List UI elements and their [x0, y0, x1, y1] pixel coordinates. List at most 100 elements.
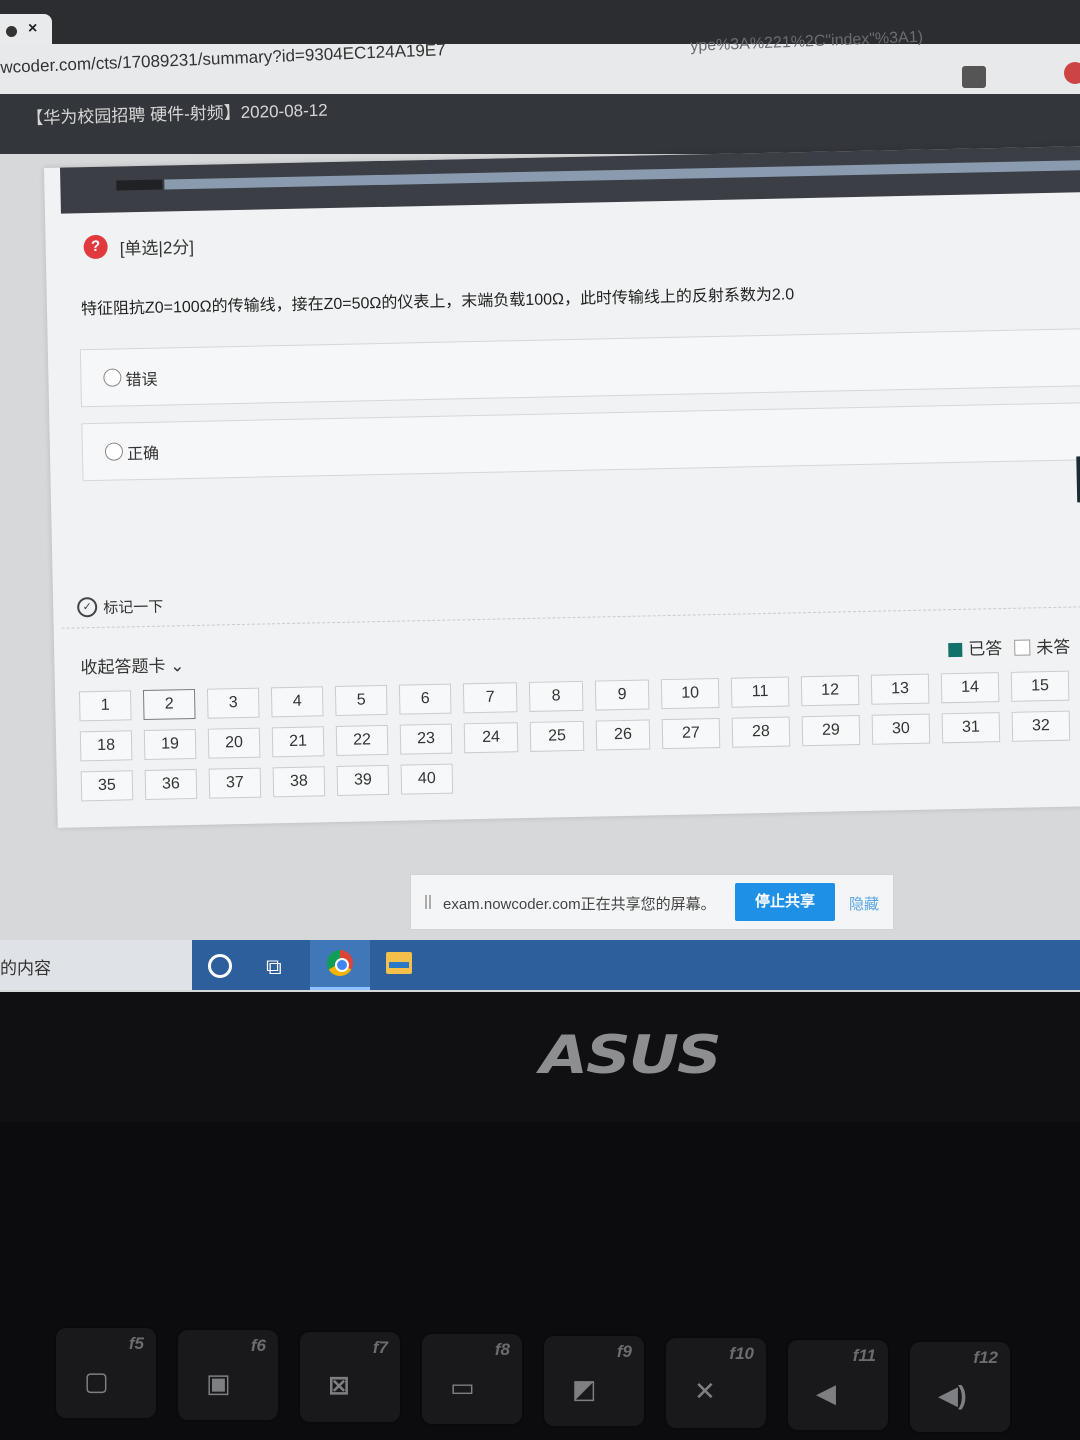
- question-number-button[interactable]: 2: [142, 688, 196, 721]
- function-key-label: f7: [372, 1338, 388, 1357]
- answer-legend: 已答 未答: [948, 633, 1070, 661]
- search-placeholder: 的内容: [0, 959, 51, 978]
- question-number-button[interactable]: 39: [336, 764, 390, 796]
- question-number-button[interactable]: 15: [1010, 670, 1070, 702]
- question-number-button[interactable]: 11: [730, 676, 790, 708]
- chrome-taskbar-button[interactable]: [310, 940, 370, 990]
- question-number-button[interactable]: 40: [400, 763, 454, 795]
- drag-handle-icon[interactable]: [425, 895, 427, 909]
- question-number-button[interactable]: 21: [271, 726, 325, 758]
- card-progress-header: [59, 145, 1080, 214]
- function-key-label: f10: [729, 1344, 754, 1363]
- mark-label: 标记一下: [103, 598, 164, 617]
- function-key-icon: ✕: [694, 1376, 716, 1406]
- question-number-button[interactable]: 12: [800, 675, 860, 707]
- question-number-button[interactable]: 3: [206, 687, 260, 719]
- windows-taskbar: 的内容 ⧉: [0, 940, 1080, 990]
- function-key-icon: ◩: [572, 1374, 597, 1404]
- tab-close-icon[interactable]: ×: [28, 20, 37, 38]
- collapse-label: 收起答题卡: [80, 656, 166, 678]
- option-label: 错误: [125, 371, 158, 390]
- question-number-button[interactable]: 20: [207, 727, 261, 759]
- question-number-button[interactable]: 29: [801, 715, 861, 747]
- question-number-button[interactable]: 36: [144, 768, 198, 801]
- function-key[interactable]: f8 ▭: [422, 1334, 522, 1424]
- question-number-button[interactable]: 8: [528, 680, 584, 712]
- function-key-icon: ⊠: [328, 1370, 350, 1400]
- question-number-button[interactable]: 30: [871, 713, 931, 745]
- profile-icon[interactable]: [1064, 62, 1080, 84]
- unanswered-swatch: [1014, 639, 1031, 656]
- hide-link[interactable]: 隐藏: [849, 893, 879, 914]
- question-number-button[interactable]: 32: [1011, 710, 1071, 742]
- function-key-label: f11: [852, 1346, 876, 1365]
- function-key[interactable]: f6 ▣: [178, 1330, 278, 1420]
- function-key-label: f12: [973, 1348, 998, 1367]
- function-key-label: f5: [128, 1334, 144, 1353]
- question-number-button[interactable]: 13: [870, 673, 930, 705]
- tab-favicon-icon: [6, 26, 17, 37]
- collapse-answer-card-toggle[interactable]: 收起答题卡 ⌄: [80, 651, 184, 678]
- option-wrong[interactable]: 错误: [79, 327, 1080, 408]
- next-question-button[interactable]: [1076, 456, 1080, 503]
- question-help-icon: ?: [83, 234, 108, 260]
- question-number-button[interactable]: 25: [529, 720, 585, 752]
- question-number-button[interactable]: 5: [334, 684, 388, 717]
- question-number-button[interactable]: 9: [594, 679, 650, 711]
- question-number-button[interactable]: 1: [78, 690, 132, 722]
- radio-icon[interactable]: [104, 442, 124, 461]
- share-message: exam.nowcoder.com正在共享您的屏幕。: [443, 896, 716, 913]
- function-key[interactable]: f5 ▢: [56, 1328, 156, 1418]
- question-number-button[interactable]: 38: [272, 766, 326, 798]
- legend-answered: 已答: [968, 639, 1003, 659]
- answered-swatch: [948, 642, 963, 658]
- brand-logo: ASUS: [540, 1023, 722, 1086]
- task-view-icon[interactable]: ⧉: [266, 954, 282, 980]
- question-number-button[interactable]: 23: [399, 723, 453, 755]
- question-number-button[interactable]: 26: [595, 719, 651, 751]
- question-number-button[interactable]: 4: [270, 686, 324, 718]
- stop-sharing-button[interactable]: 停止共享: [735, 883, 835, 921]
- question-number-button[interactable]: 27: [661, 717, 721, 750]
- progress-marker: [116, 179, 163, 191]
- question-number-button[interactable]: 24: [463, 722, 519, 754]
- option-label: 正确: [126, 445, 160, 464]
- question-number-button[interactable]: 10: [660, 677, 720, 710]
- file-explorer-icon[interactable]: [386, 952, 412, 974]
- question-number-button[interactable]: 28: [731, 716, 791, 748]
- question-number-button[interactable]: 19: [143, 728, 197, 761]
- question-number-button[interactable]: 6: [398, 683, 452, 715]
- cortana-icon[interactable]: [208, 954, 232, 978]
- legend-unanswered: 未答: [1036, 637, 1071, 658]
- function-key-label: f6: [250, 1336, 266, 1355]
- function-key[interactable]: f11 ◀: [788, 1340, 888, 1430]
- divider: [61, 605, 1080, 629]
- question-number-button[interactable]: 35: [80, 770, 134, 802]
- function-key-icon: ▣: [206, 1368, 231, 1398]
- question-type-label: [单选|2分]: [119, 237, 195, 259]
- screen-share-notice: exam.nowcoder.com正在共享您的屏幕。 停止共享 隐藏: [410, 874, 894, 930]
- function-key-label: f9: [616, 1342, 632, 1361]
- extension-icon[interactable]: [962, 66, 986, 88]
- function-key[interactable]: f12 ◀): [910, 1342, 1010, 1432]
- address-bar[interactable]: wcoder.com/cts/17089231/summary?id=9304E…: [0, 29, 1080, 95]
- function-key-icon: ▢: [84, 1366, 109, 1396]
- function-key[interactable]: f7 ⊠: [300, 1332, 400, 1422]
- option-correct[interactable]: 正确: [81, 401, 1080, 482]
- function-key-icon: ◀): [938, 1380, 967, 1410]
- question-number-button[interactable]: 7: [462, 682, 518, 714]
- question-number-button[interactable]: 18: [79, 730, 133, 762]
- taskbar-search[interactable]: 的内容: [0, 940, 192, 990]
- radio-icon[interactable]: [103, 368, 122, 387]
- function-key[interactable]: f9 ◩: [544, 1336, 644, 1426]
- function-key-icon: ▭: [450, 1372, 475, 1402]
- url-text[interactable]: wcoder.com/cts/17089231/summary?id=9304E…: [0, 40, 446, 78]
- chevron-down-icon: ⌄: [169, 656, 185, 676]
- laptop-screen: × wcoder.com/cts/17089231/summary?id=930…: [0, 0, 1080, 992]
- question-number-button[interactable]: 22: [335, 724, 389, 757]
- question-text: 特征阻抗Z0=100Ω的传输线，接在Z0=50Ω的仪表上，末端负载100Ω，此时…: [80, 286, 795, 319]
- function-key[interactable]: f10 ✕: [666, 1338, 766, 1428]
- question-number-button[interactable]: 31: [941, 712, 1001, 744]
- question-number-button[interactable]: 37: [208, 767, 262, 799]
- question-number-button[interactable]: 14: [940, 672, 1000, 704]
